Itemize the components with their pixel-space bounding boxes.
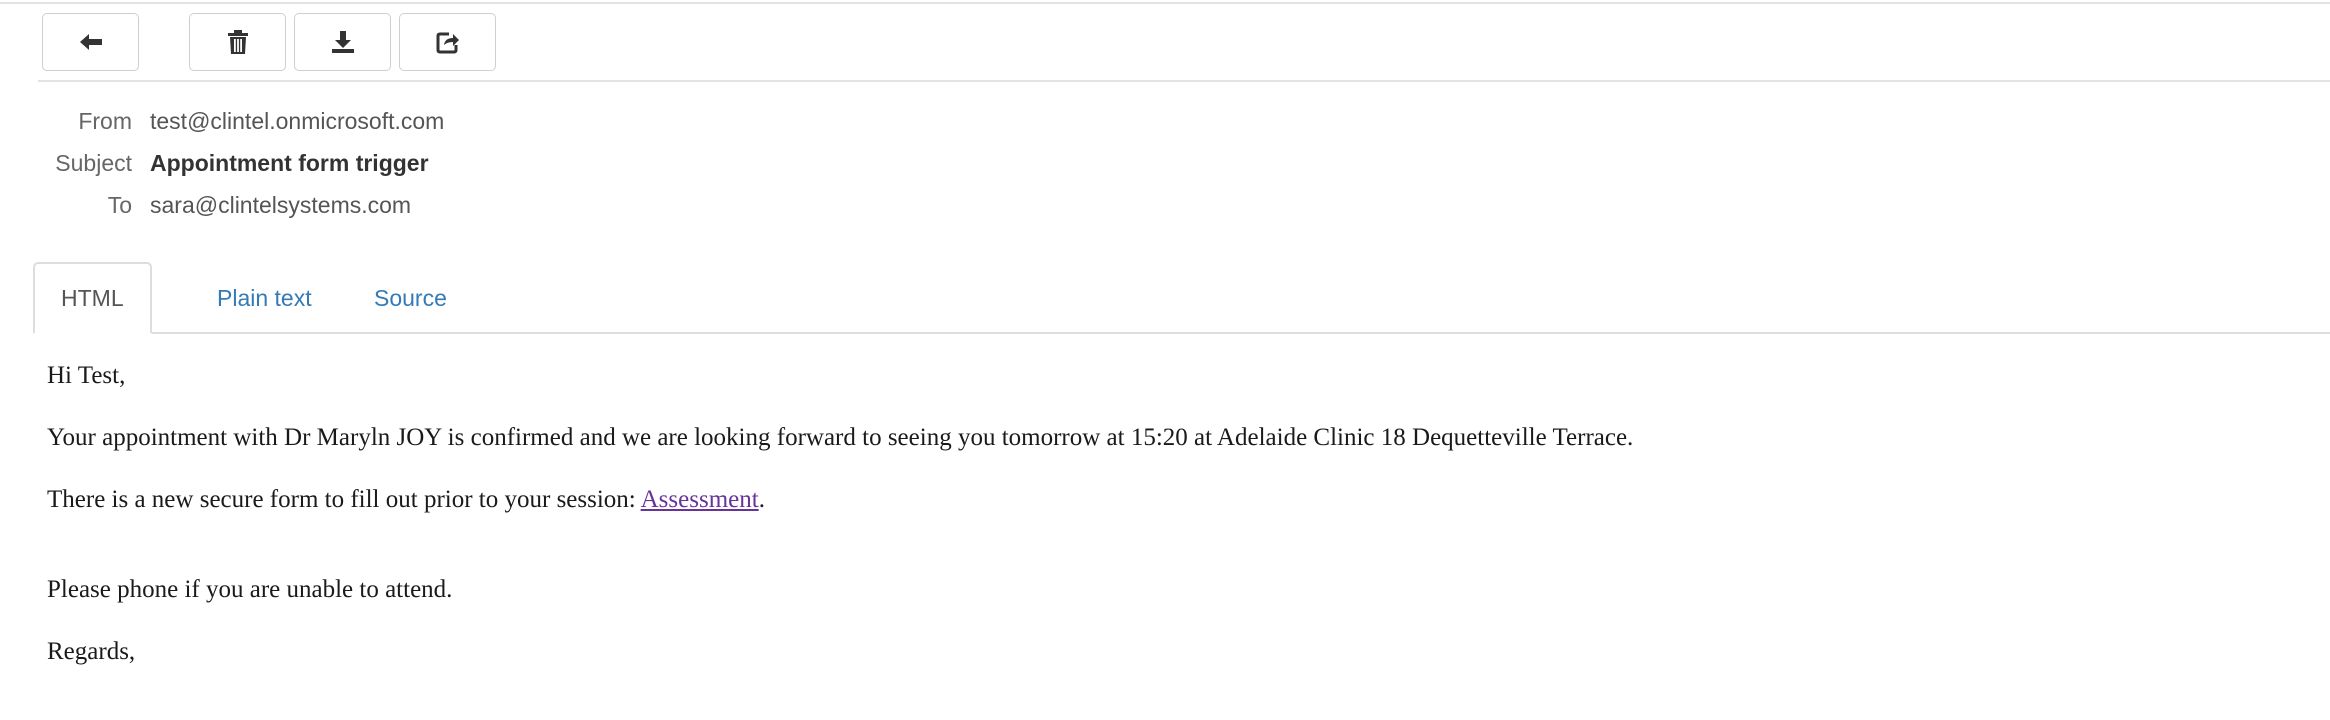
delete-button[interactable] [189,13,286,71]
from-row: From test@clintel.onmicrosoft.com [0,104,1200,138]
share-icon [436,30,460,54]
tab-source[interactable]: Source [347,262,474,334]
tab-plain-text[interactable]: Plain text [190,262,339,334]
to-label: To [107,192,132,218]
view-tabs: HTML Plain text Source [33,262,2330,334]
phone-line: Please phone if you are unable to attend… [47,576,453,603]
to-row: To sara@clintelsystems.com [0,188,1200,222]
form-line-period: . [758,486,765,513]
back-button[interactable] [42,13,139,71]
subject-label: Subject [55,150,132,176]
arrow-left-icon [79,32,103,52]
toolbar-divider [38,80,2330,82]
form-line: There is a new secure form to fill out p… [47,480,765,520]
download-button[interactable] [294,13,391,71]
trash-icon [227,29,249,55]
from-label: From [78,108,132,134]
assessment-link[interactable]: Assessment [641,486,759,513]
appointment-line: Your appointment with Dr Maryln JOY is c… [47,424,1634,451]
download-icon [331,30,355,54]
to-value: sara@clintelsystems.com [150,192,412,218]
tab-html[interactable]: HTML [33,262,152,334]
top-divider [0,2,2330,4]
closing: Regards, [47,638,136,665]
form-line-text: There is a new secure form to fill out p… [47,486,641,513]
subject-row: Subject Appointment form trigger [0,146,1200,180]
from-value: test@clintel.onmicrosoft.com [150,108,445,134]
subject-value: Appointment form trigger [150,150,429,176]
open-external-button[interactable] [399,13,496,71]
greeting: Hi Test, [47,362,126,389]
